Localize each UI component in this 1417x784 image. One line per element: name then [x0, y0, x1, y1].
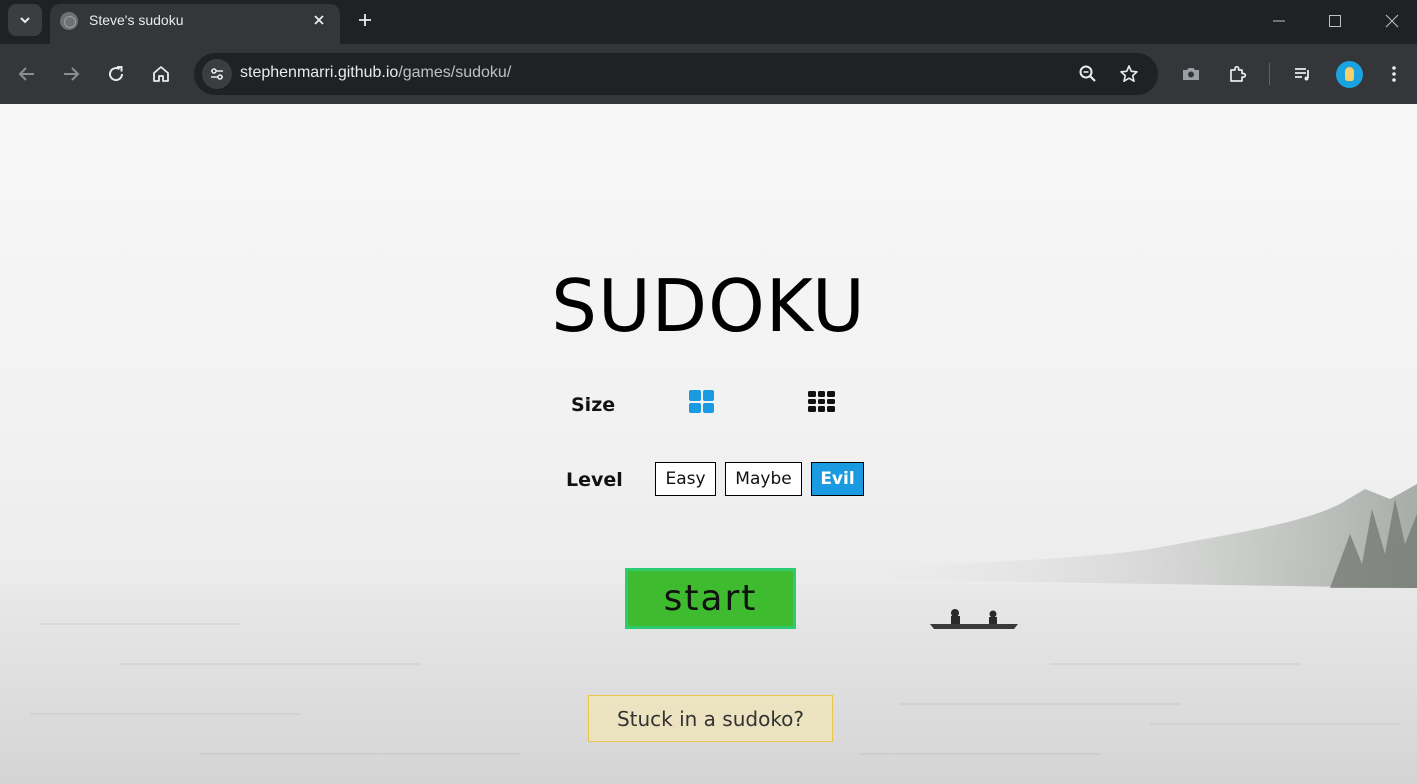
url-text: stephenmarri.github.io/games/sudoku/	[240, 64, 511, 82]
zoom-icon	[1079, 65, 1096, 82]
reload-button[interactable]	[100, 58, 132, 90]
back-button[interactable]	[11, 58, 43, 90]
lake-background-image	[0, 484, 1417, 784]
grid-cell	[702, 390, 714, 401]
grid-cell	[827, 406, 835, 412]
home-button[interactable]	[145, 58, 177, 90]
grid-3x3-icon[interactable]	[808, 391, 835, 412]
url-host: stephenmarri.github.io	[240, 64, 399, 81]
minimize-icon	[1273, 20, 1285, 22]
zoom-button[interactable]	[1076, 62, 1100, 86]
tab-close-button[interactable]	[309, 10, 329, 30]
address-bar[interactable]: stephenmarri.github.io/games/sudoku/	[194, 53, 1158, 95]
puzzle-icon	[1230, 65, 1247, 82]
playlist-icon	[1295, 68, 1309, 81]
close-window-button[interactable]	[1379, 8, 1405, 34]
toolbar-separator	[1269, 63, 1270, 85]
grid-cell	[808, 398, 816, 405]
tab-search-button[interactable]	[8, 4, 42, 36]
chevron-down-icon	[20, 17, 30, 24]
tab-title: Steve's sudoku	[89, 12, 184, 28]
new-tab-button[interactable]	[353, 8, 377, 32]
media-controls-button[interactable]	[1287, 58, 1319, 90]
arrow-right-icon	[64, 67, 80, 81]
close-icon	[314, 15, 324, 25]
globe-icon	[60, 12, 78, 30]
profile-avatar[interactable]	[1336, 61, 1363, 88]
grid-cell	[689, 390, 701, 401]
grid-cell	[689, 402, 701, 413]
reload-icon	[109, 66, 124, 82]
level-evil-button[interactable]: Evil	[811, 462, 864, 496]
maximize-button[interactable]	[1322, 8, 1348, 34]
minimize-button[interactable]	[1266, 8, 1292, 34]
grid-cell	[702, 402, 714, 413]
screenshot-button[interactable]	[1175, 58, 1207, 90]
maximize-icon	[1329, 15, 1341, 27]
star-icon	[1120, 65, 1138, 82]
grid-cell	[817, 391, 826, 397]
level-label: Level	[566, 469, 623, 491]
bookmark-button[interactable]	[1117, 62, 1141, 86]
level-maybe-button[interactable]: Maybe	[725, 462, 802, 496]
home-icon	[153, 66, 169, 82]
close-icon	[1385, 14, 1399, 28]
start-button[interactable]: start	[625, 568, 796, 629]
plus-icon	[359, 14, 371, 26]
active-tab[interactable]: Steve's sudoku	[50, 4, 340, 44]
forward-button[interactable]	[55, 58, 87, 90]
grid-2x2-icon[interactable]	[689, 390, 714, 413]
browser-toolbar: stephenmarri.github.io/games/sudoku/	[0, 44, 1417, 104]
site-info-button[interactable]	[202, 59, 232, 89]
menu-button[interactable]	[1378, 58, 1410, 90]
size-label: Size	[571, 394, 616, 416]
grid-cell	[827, 398, 835, 405]
solver-link-button[interactable]: Stuck in a sudoko?	[588, 695, 833, 742]
more-vert-icon	[1392, 66, 1396, 82]
grid-cell	[817, 406, 826, 412]
arrow-left-icon	[18, 67, 34, 81]
camera-icon	[1183, 68, 1199, 80]
page-title: SUDOKU	[551, 264, 866, 348]
level-easy-button[interactable]: Easy	[655, 462, 716, 496]
tune-icon	[211, 68, 223, 80]
grid-cell	[808, 406, 816, 412]
page-viewport: SUDOKU Size Level Easy Maybe Evil start …	[0, 104, 1417, 784]
grid-cell	[827, 391, 835, 397]
url-path: /games/sudoku/	[398, 64, 512, 81]
grid-cell	[808, 391, 816, 397]
extensions-button[interactable]	[1221, 58, 1253, 90]
tab-strip: Steve's sudoku	[0, 0, 1417, 44]
grid-cell	[817, 398, 826, 405]
